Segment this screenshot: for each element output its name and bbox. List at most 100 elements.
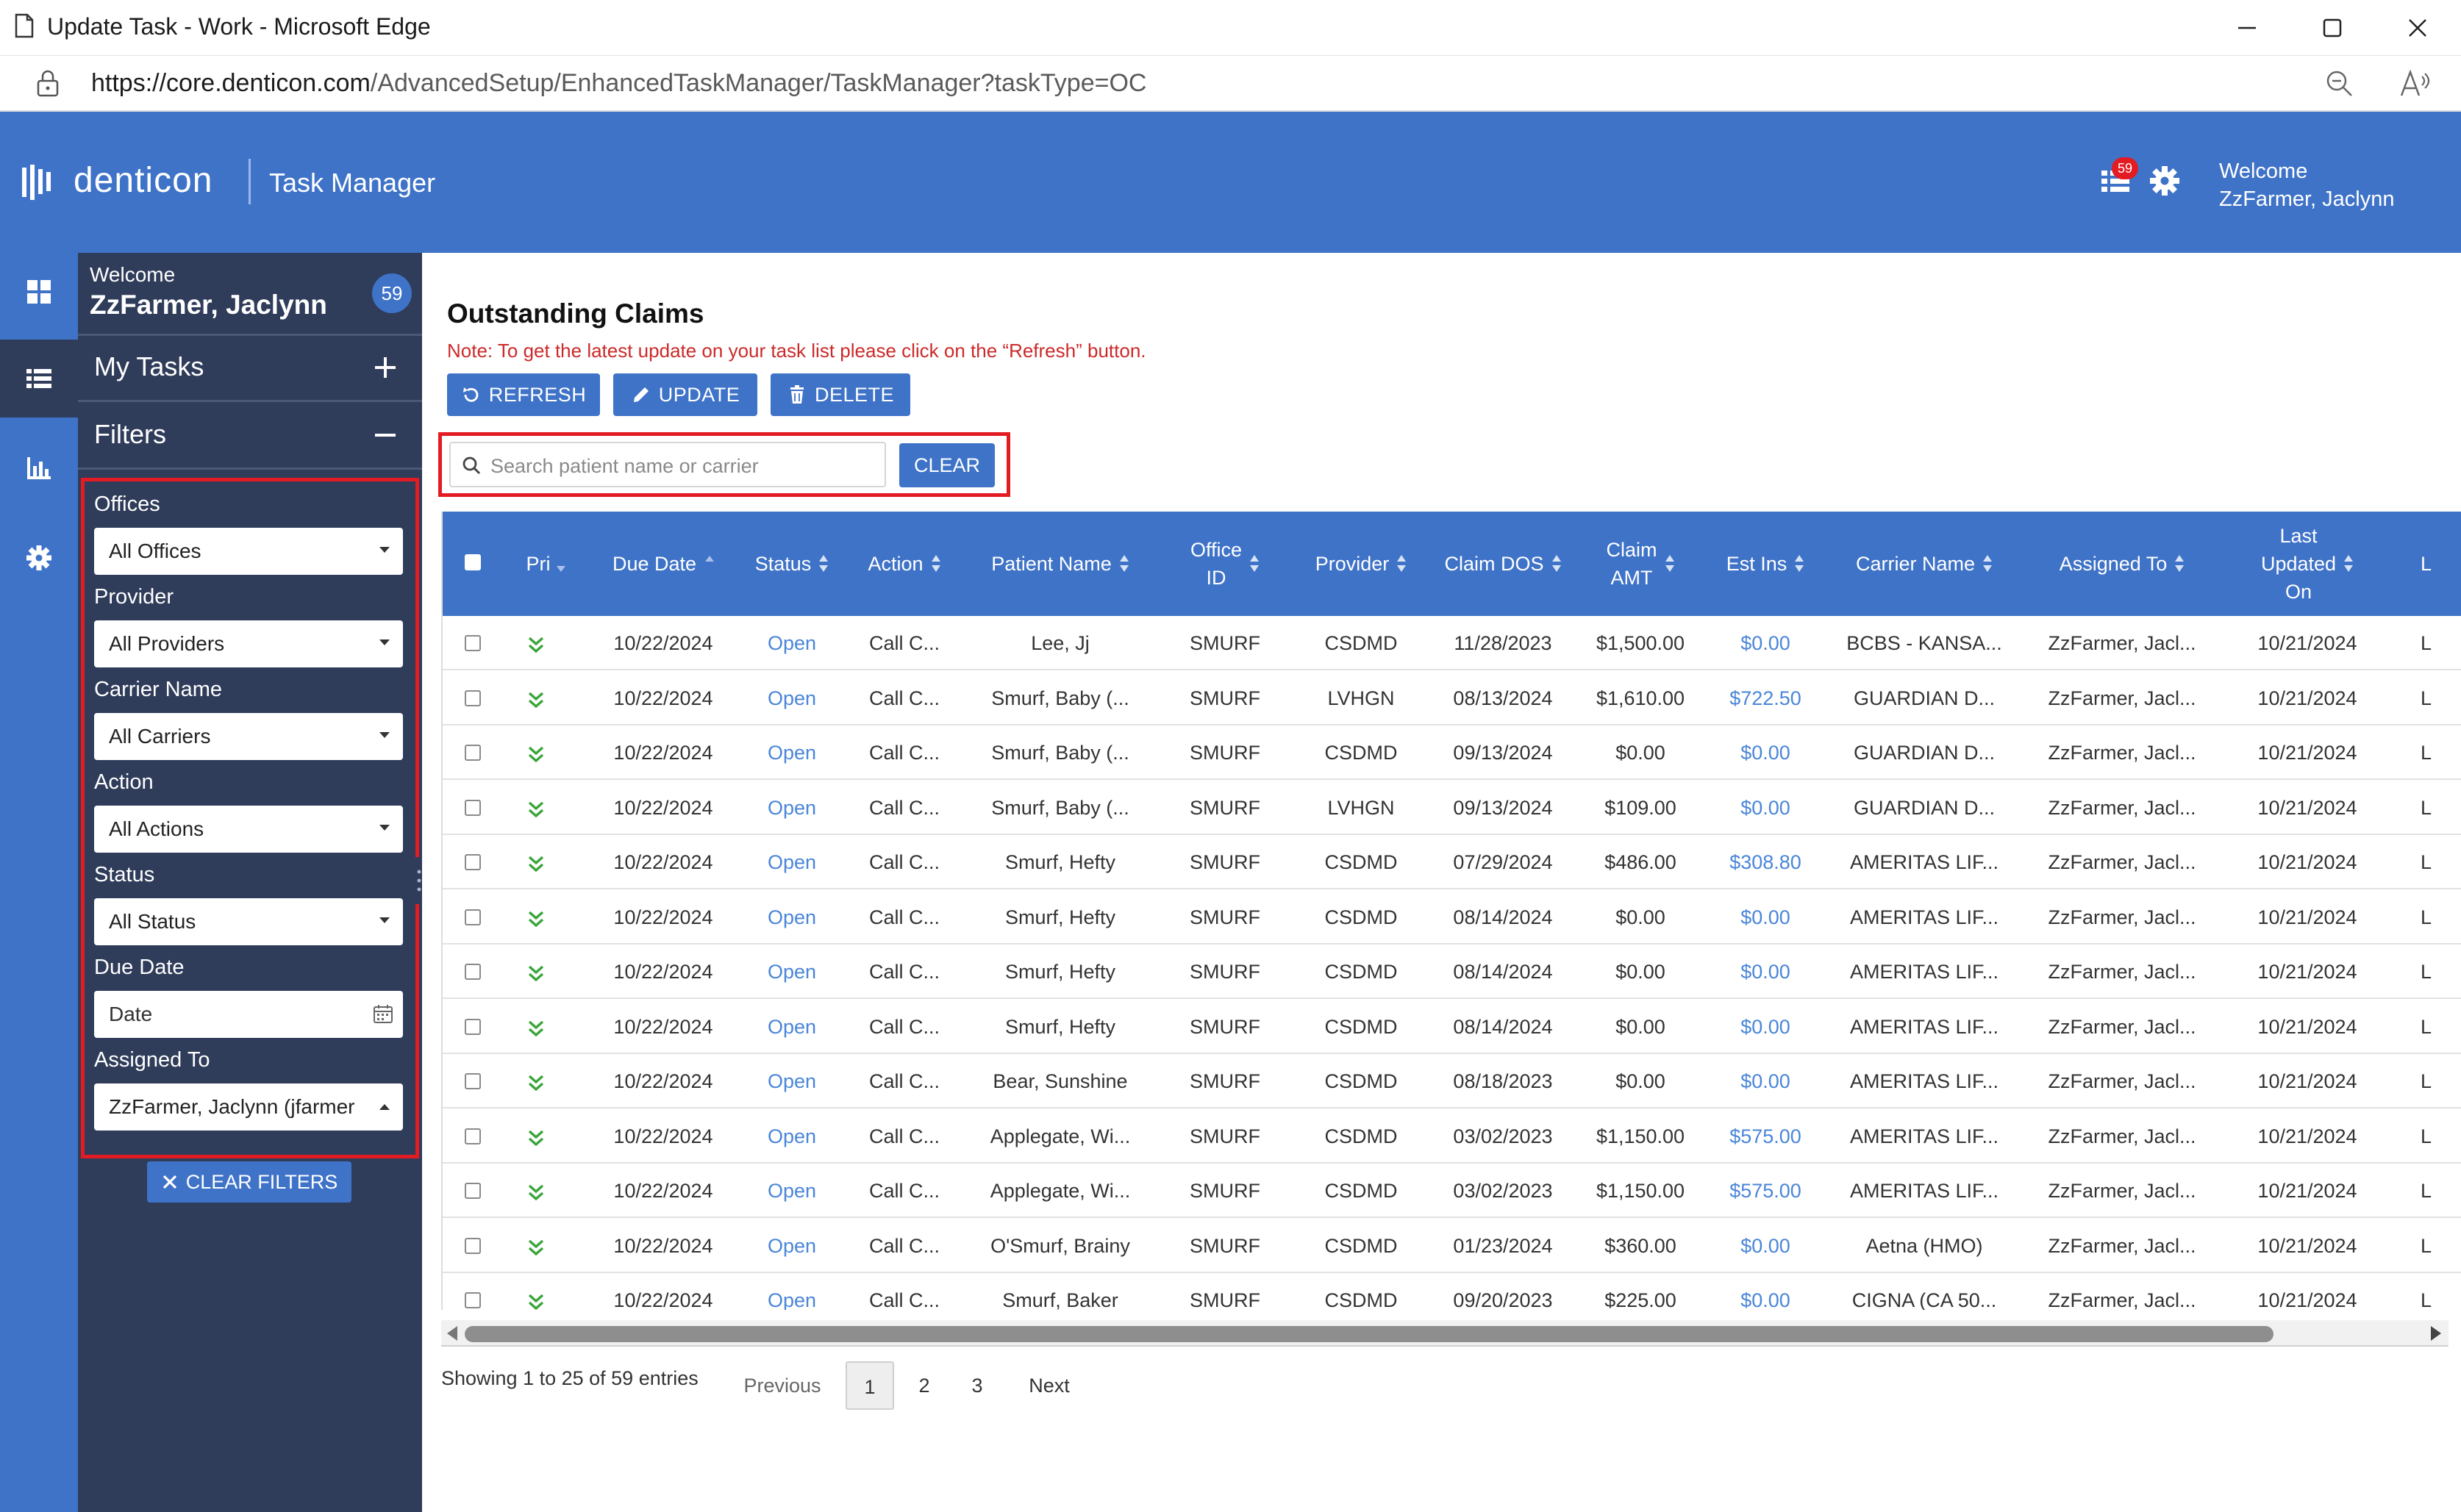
header-welcome[interactable]: Welcome ZzFarmer, Jaclynn (2219, 157, 2395, 213)
cell-status[interactable]: Open (737, 835, 847, 889)
row-checkbox[interactable] (465, 1018, 481, 1035)
calendar-icon[interactable] (372, 1003, 394, 1025)
cell-est-ins[interactable]: $575.00 (1706, 1164, 1825, 1218)
close-window-button[interactable] (2381, 7, 2454, 49)
row-checkbox[interactable] (465, 689, 481, 706)
table-row[interactable]: 10/22/2024 Open Call C... Lee, Jj SMURF CSDMD… (443, 616, 2461, 670)
due-date-input[interactable]: Date (94, 991, 403, 1038)
address-bar[interactable]: https://core.denticon.com/AdvancedSetup/… (0, 56, 2461, 112)
col-assigned-to[interactable]: Assigned To (2024, 512, 2221, 616)
plus-icon[interactable] (371, 353, 400, 382)
cell-est-ins[interactable]: $0.00 (1706, 890, 1825, 945)
status-select[interactable]: All Status (94, 898, 403, 945)
minus-icon[interactable] (371, 420, 400, 450)
refresh-button[interactable]: REFRESH (447, 373, 600, 416)
my-tasks-header[interactable]: My Tasks (94, 351, 204, 382)
col-claim-amt[interactable]: Claim AMT (1575, 512, 1706, 616)
action-select[interactable]: All Actions (94, 806, 403, 853)
cell-status[interactable]: Open (737, 616, 847, 670)
cell-est-ins[interactable]: $0.00 (1706, 781, 1825, 835)
col-priority[interactable]: Pri (509, 512, 582, 616)
cell-status[interactable]: Open (737, 1109, 847, 1164)
row-checkbox[interactable] (465, 799, 481, 816)
cell-status[interactable]: Open (737, 1273, 847, 1310)
read-aloud-icon[interactable] (2397, 66, 2432, 101)
cell-est-ins[interactable]: $0.00 (1706, 1273, 1825, 1310)
cell-status[interactable]: Open (737, 1000, 847, 1054)
pagination-next[interactable]: Next (1009, 1361, 1090, 1410)
col-due-date[interactable]: Due Date (590, 512, 737, 616)
gear-icon[interactable] (2149, 165, 2181, 197)
table-row[interactable]: 10/22/2024 Open Call C... O'Smurf, Brainy SM… (443, 1218, 2461, 1273)
pagination-previous[interactable]: Previous (731, 1361, 834, 1410)
col-status[interactable]: Status (737, 512, 847, 616)
cell-status[interactable]: Open (737, 725, 847, 780)
filters-header[interactable]: Filters (94, 419, 166, 450)
pagination-page-3[interactable]: 3 (953, 1361, 1001, 1410)
scrollbar-thumb[interactable] (465, 1326, 2274, 1342)
col-provider[interactable]: Provider (1291, 512, 1431, 616)
row-checkbox[interactable] (465, 854, 481, 870)
table-row[interactable]: 10/22/2024 Open Call C... Smurf, Baker SMURF… (443, 1273, 2461, 1310)
cell-est-ins[interactable]: $0.00 (1706, 1000, 1825, 1054)
cell-est-ins[interactable]: $0.00 (1706, 616, 1825, 670)
cell-est-ins[interactable]: $0.00 (1706, 725, 1825, 780)
nav-task-list[interactable] (0, 340, 78, 418)
cell-status[interactable]: Open (737, 671, 847, 725)
cell-est-ins[interactable]: $575.00 (1706, 1109, 1825, 1164)
row-checkbox[interactable] (465, 1237, 481, 1254)
scroll-left-arrow[interactable] (447, 1326, 457, 1341)
cell-est-ins[interactable]: $0.00 (1706, 1219, 1825, 1273)
nav-settings[interactable] (0, 519, 78, 597)
table-row[interactable]: 10/22/2024 Open Call C... Smurf, Hefty SMURF… (443, 889, 2461, 945)
horizontal-scrollbar[interactable] (441, 1320, 2449, 1347)
row-checkbox[interactable] (465, 964, 481, 980)
cell-status[interactable]: Open (737, 1219, 847, 1273)
maximize-button[interactable] (2296, 7, 2369, 49)
col-claim-dos[interactable]: Claim DOS (1431, 512, 1575, 616)
table-row[interactable]: 10/22/2024 Open Call C... Smurf, Hefty SMURF… (443, 945, 2461, 999)
cell-status[interactable]: Open (737, 890, 847, 945)
table-row[interactable]: 10/22/2024 Open Call C... Applegate, Wi... S… (443, 1164, 2461, 1218)
table-row[interactable]: 10/22/2024 Open Call C... Smurf, Baby (... S… (443, 725, 2461, 780)
clear-filters-button[interactable]: CLEAR FILTERS (147, 1161, 351, 1203)
col-est-ins[interactable]: Est Ins (1706, 512, 1825, 616)
row-checkbox[interactable] (465, 1292, 481, 1308)
scroll-right-arrow[interactable] (2431, 1326, 2441, 1341)
pagination-page-1[interactable]: 1 (846, 1361, 894, 1410)
update-button[interactable]: UPDATE (613, 373, 757, 416)
row-checkbox[interactable] (465, 1128, 481, 1144)
minimize-button[interactable] (2210, 7, 2284, 49)
url-text[interactable]: https://core.denticon.com/AdvancedSetup/… (91, 69, 1146, 98)
cell-est-ins[interactable]: $308.80 (1706, 835, 1825, 889)
lock-icon[interactable] (35, 69, 60, 98)
row-checkbox[interactable] (465, 745, 481, 761)
cell-status[interactable]: Open (737, 945, 847, 999)
assigned-to-select[interactable]: ZzFarmer, Jaclynn (jfarmer (94, 1083, 403, 1131)
table-row[interactable]: 10/22/2024 Open Call C... Smurf, Hefty SMURF… (443, 999, 2461, 1054)
table-row[interactable]: 10/22/2024 Open Call C... Applegate, Wi... S… (443, 1108, 2461, 1164)
cell-status[interactable]: Open (737, 1054, 847, 1108)
zoom-out-icon[interactable] (2324, 68, 2356, 100)
clear-search-button[interactable]: CLEAR (899, 443, 995, 487)
cell-status[interactable]: Open (737, 1164, 847, 1218)
offices-select[interactable]: All Offices (94, 528, 403, 575)
col-carrier-name[interactable]: Carrier Name (1825, 512, 2024, 616)
row-checkbox[interactable] (465, 635, 481, 651)
col-action[interactable]: Action (847, 512, 962, 616)
provider-select[interactable]: All Providers (94, 620, 403, 667)
cell-est-ins[interactable]: $722.50 (1706, 671, 1825, 725)
nav-dashboard[interactable] (0, 253, 78, 331)
row-checkbox[interactable] (465, 909, 481, 925)
table-row[interactable]: 10/22/2024 Open Call C... Bear, Sunshine SMU… (443, 1054, 2461, 1108)
col-last-updated[interactable]: Last Updated On (2221, 512, 2394, 616)
nav-reports[interactable] (0, 429, 78, 507)
select-all-checkbox[interactable] (465, 554, 481, 570)
table-row[interactable]: 10/22/2024 Open Call C... Smurf, Hefty SMURF… (443, 835, 2461, 889)
search-input[interactable]: Search patient name or carrier (449, 442, 886, 487)
col-office-id[interactable]: Office ID (1159, 512, 1291, 616)
col-patient-name[interactable]: Patient Name (962, 512, 1159, 616)
pagination-page-2[interactable]: 2 (900, 1361, 949, 1410)
table-row[interactable]: 10/22/2024 Open Call C... Smurf, Baby (... S… (443, 670, 2461, 725)
cell-est-ins[interactable]: $0.00 (1706, 1054, 1825, 1108)
